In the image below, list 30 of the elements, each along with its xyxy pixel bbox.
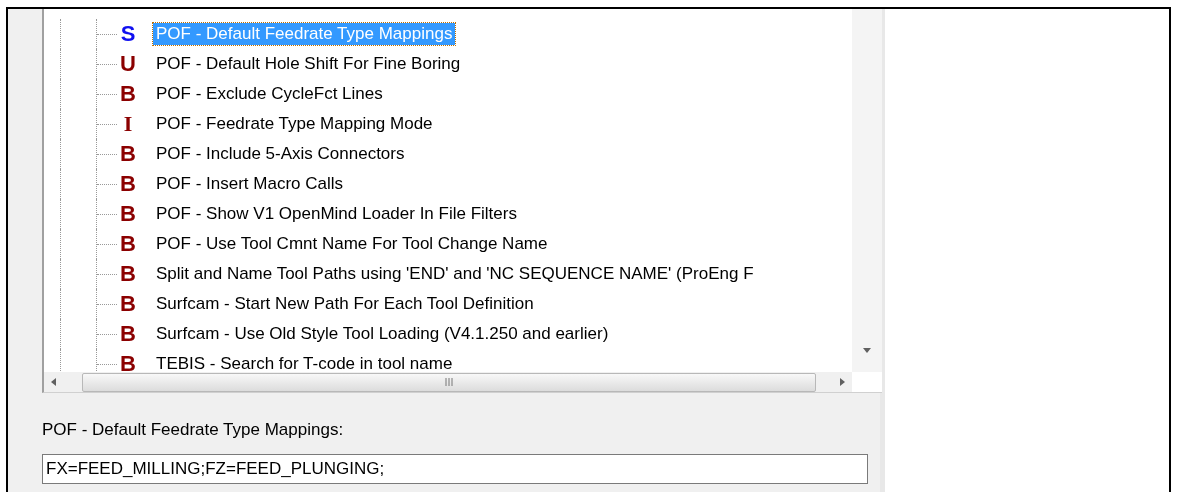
tree-item[interactable]: POF - Insert Macro Calls [153,173,347,195]
type-icon: B [117,203,139,225]
type-icon: B [117,323,139,345]
type-icon: B [117,143,139,165]
tree-item[interactable]: POF - Default Hole Shift For Fine Boring [153,53,464,75]
type-icon: B [117,83,139,105]
tree-item[interactable]: POF - Use Tool Cmnt Name For Tool Change Name [153,233,551,255]
type-icon: B [117,173,139,195]
type-icon: U [117,53,139,75]
tree-item[interactable]: Split and Name Tool Paths using 'END' and 'NC SEQUENCE NAME' (ProEng F [153,263,757,285]
vertical-scrollbar[interactable] [852,9,882,372]
scroll-left-icon[interactable] [50,378,58,386]
tree-item[interactable]: Surfcam - Use Old Style Tool Loading (V4.1.250 and earlier) [153,323,612,345]
type-icon: S [117,23,139,45]
type-icon: B [117,233,139,255]
type-icon: B [117,353,139,372]
field-label: POF - Default Feedrate Type Mappings: [42,420,345,440]
tree-item[interactable]: POF - Feedrate Type Mapping Mode [153,113,436,135]
tree-item[interactable]: TEBIS - Search for T-code in tool name [153,353,456,372]
tree-item[interactable]: POF - Exclude CycleFct Lines [153,83,386,105]
tree-item[interactable]: POF - Include 5-Axis Connectors [153,143,408,165]
type-icon: B [117,293,139,315]
tree-item[interactable]: Surfcam - Start New Path For Each Tool Definition [153,293,537,315]
grip-icon [444,378,454,386]
tree-item[interactable]: POF - Show V1 OpenMind Loader In File Filters [153,203,520,225]
value-field[interactable]: FX=FEED_MILLING;FZ=FEED_PLUNGING; [42,454,868,484]
scroll-down-icon[interactable] [863,346,871,354]
scroll-right-icon[interactable] [838,378,846,386]
type-icon: I [117,113,139,135]
type-icon: B [117,263,139,285]
